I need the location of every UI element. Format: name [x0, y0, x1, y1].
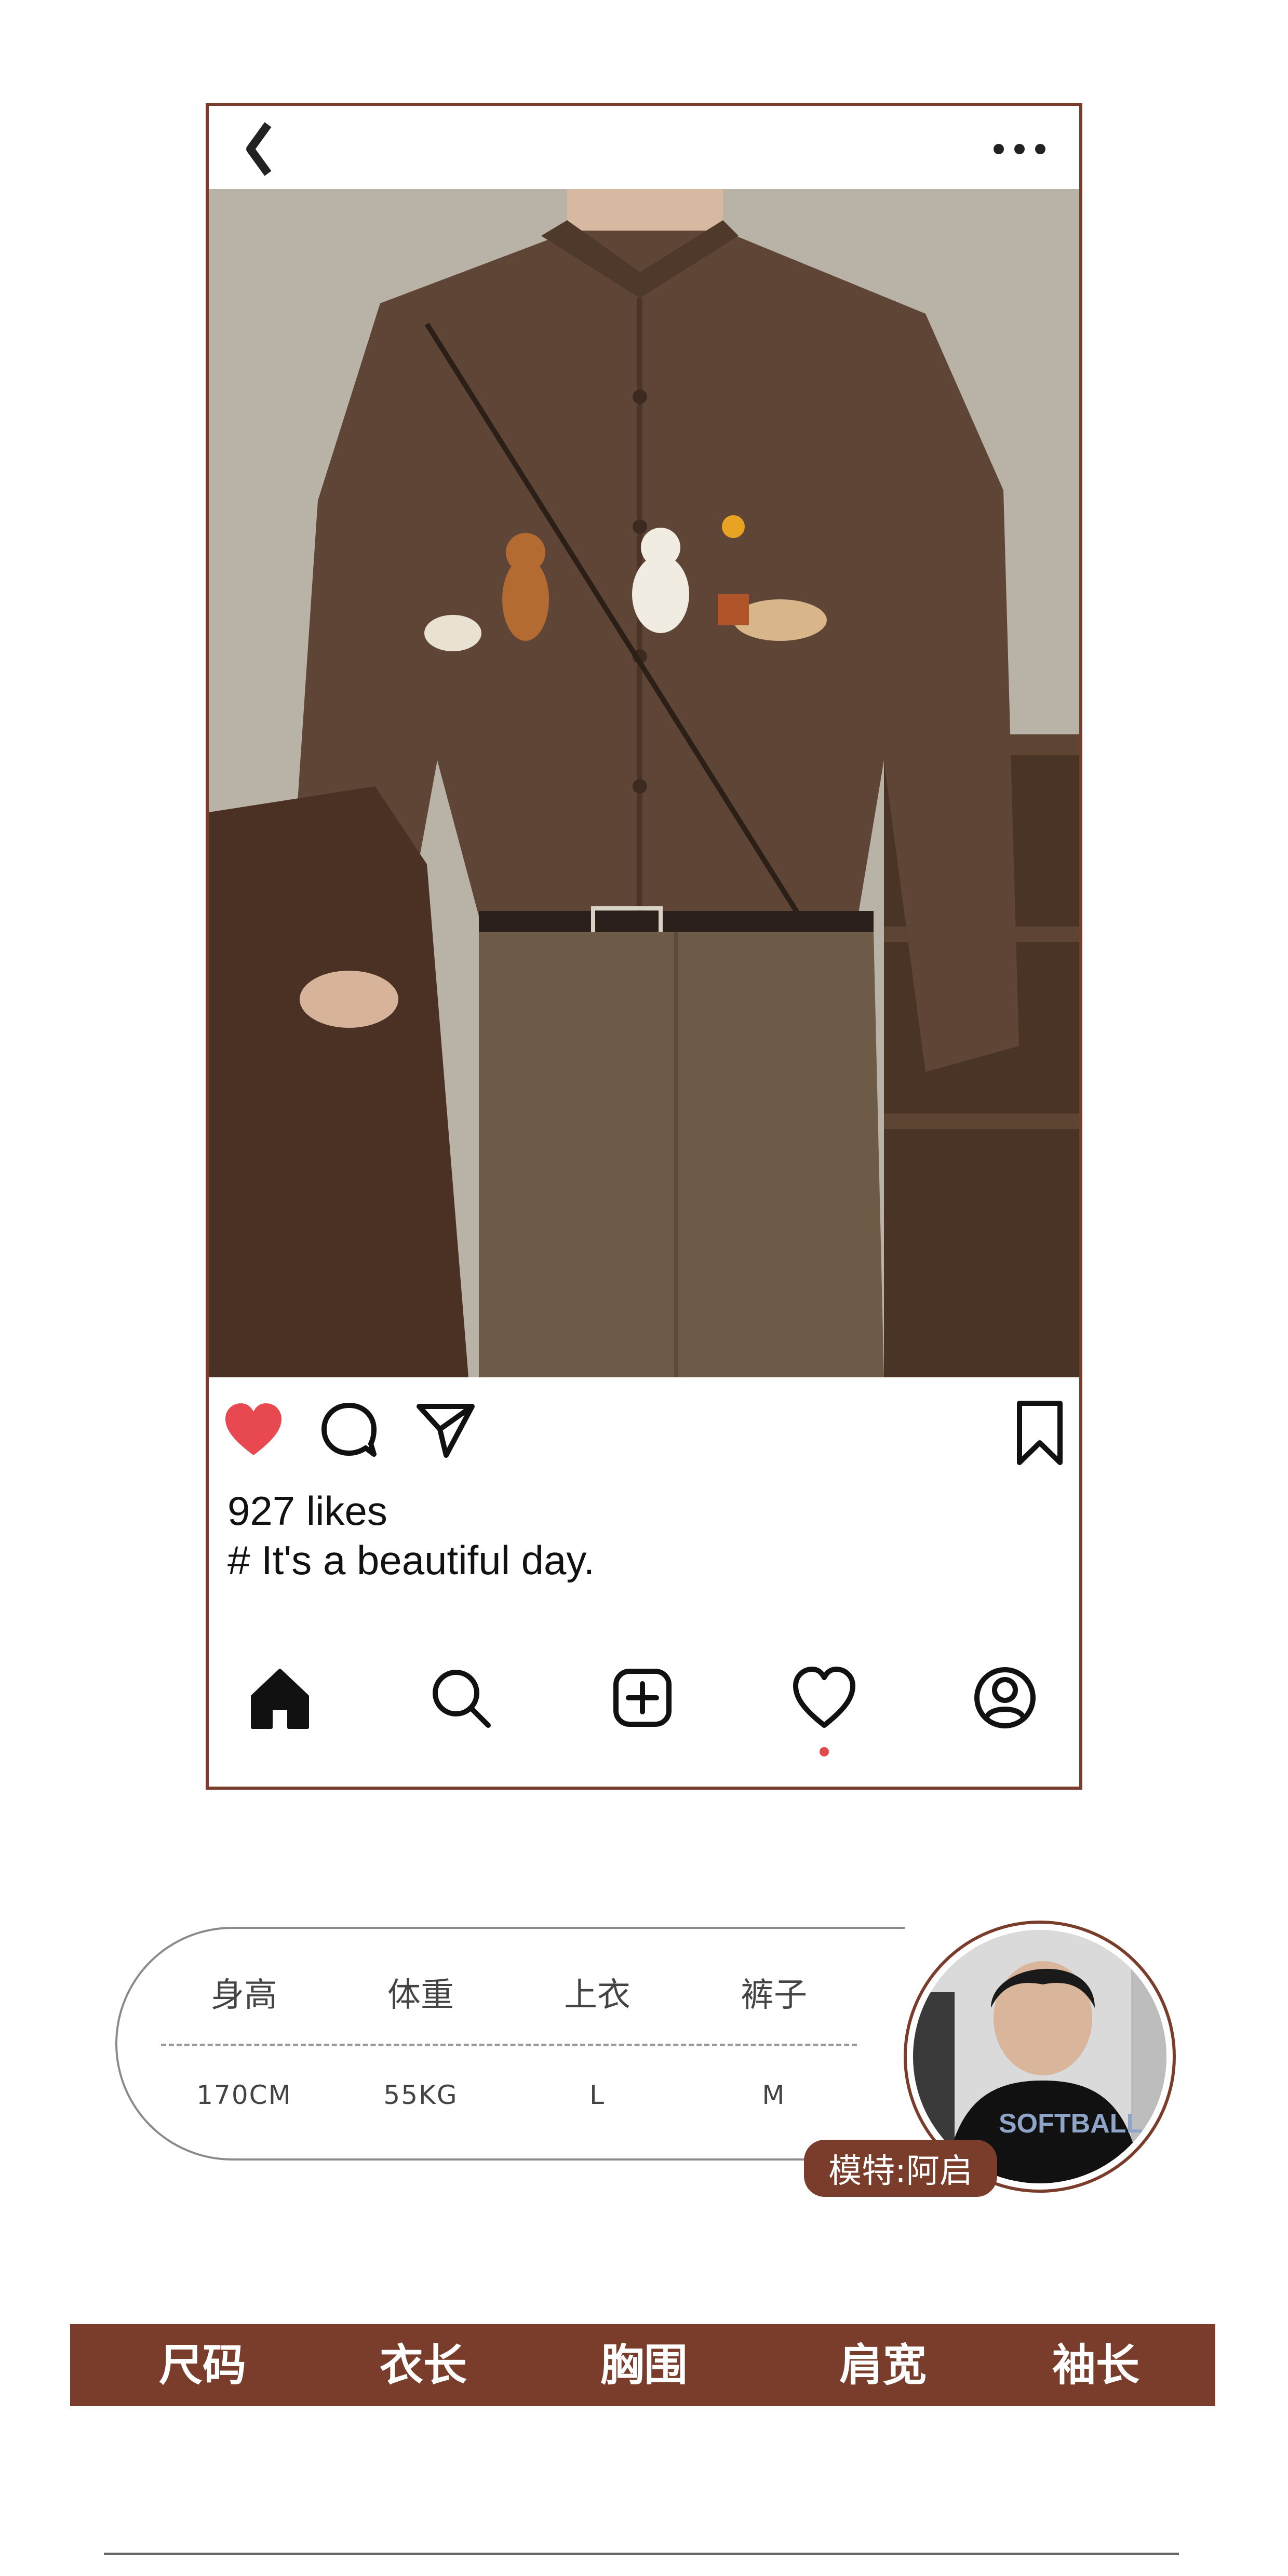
weight-label: 体重: [387, 1976, 454, 2015]
comment-icon[interactable]: [318, 1399, 380, 1461]
activity-indicator-dot: [820, 1747, 829, 1756]
header-size: 尺码: [158, 2340, 246, 2391]
heart-icon[interactable]: [790, 1664, 858, 1732]
bottom-divider: [104, 2553, 1179, 2555]
likes-count: 927 likes: [227, 1488, 387, 1534]
add-post-icon[interactable]: [609, 1664, 676, 1732]
header-chest: 胸围: [600, 2340, 688, 2391]
pants-size-value: M: [762, 2080, 786, 2110]
more-dots-icon[interactable]: [991, 141, 1048, 157]
sweatshirt-print: SOFTBALL: [999, 2109, 1143, 2139]
home-icon[interactable]: [246, 1664, 314, 1732]
height-value: 170CM: [196, 2080, 292, 2110]
header-shoulder: 肩宽: [839, 2340, 927, 2391]
pants-size-label: 裤子: [741, 1976, 807, 2015]
send-icon[interactable]: [414, 1399, 476, 1461]
header-length: 衣长: [379, 2340, 467, 2391]
product-photo: [209, 189, 1079, 1377]
model-wearing-shirt-illustration: [209, 189, 1079, 1377]
top-size-label: 上衣: [564, 1976, 630, 2015]
header-sleeve: 袖长: [1052, 2340, 1139, 2391]
post-caption: # It's a beautiful day.: [227, 1537, 595, 1583]
chevron-left-icon[interactable]: [241, 120, 277, 178]
divider: [161, 2044, 857, 2046]
weight-value: 55KG: [383, 2080, 458, 2110]
heart-filled-icon[interactable]: [222, 1399, 285, 1461]
model-name-tag: 模特:阿启: [804, 2140, 997, 2197]
search-icon[interactable]: [427, 1664, 494, 1732]
bookmark-icon[interactable]: [1011, 1399, 1068, 1467]
profile-icon[interactable]: [971, 1664, 1039, 1732]
height-label: 身高: [211, 1976, 277, 2015]
post-frame: 927 likes # It's a beautiful day.: [206, 103, 1082, 1790]
top-size-value: L: [589, 2080, 605, 2110]
